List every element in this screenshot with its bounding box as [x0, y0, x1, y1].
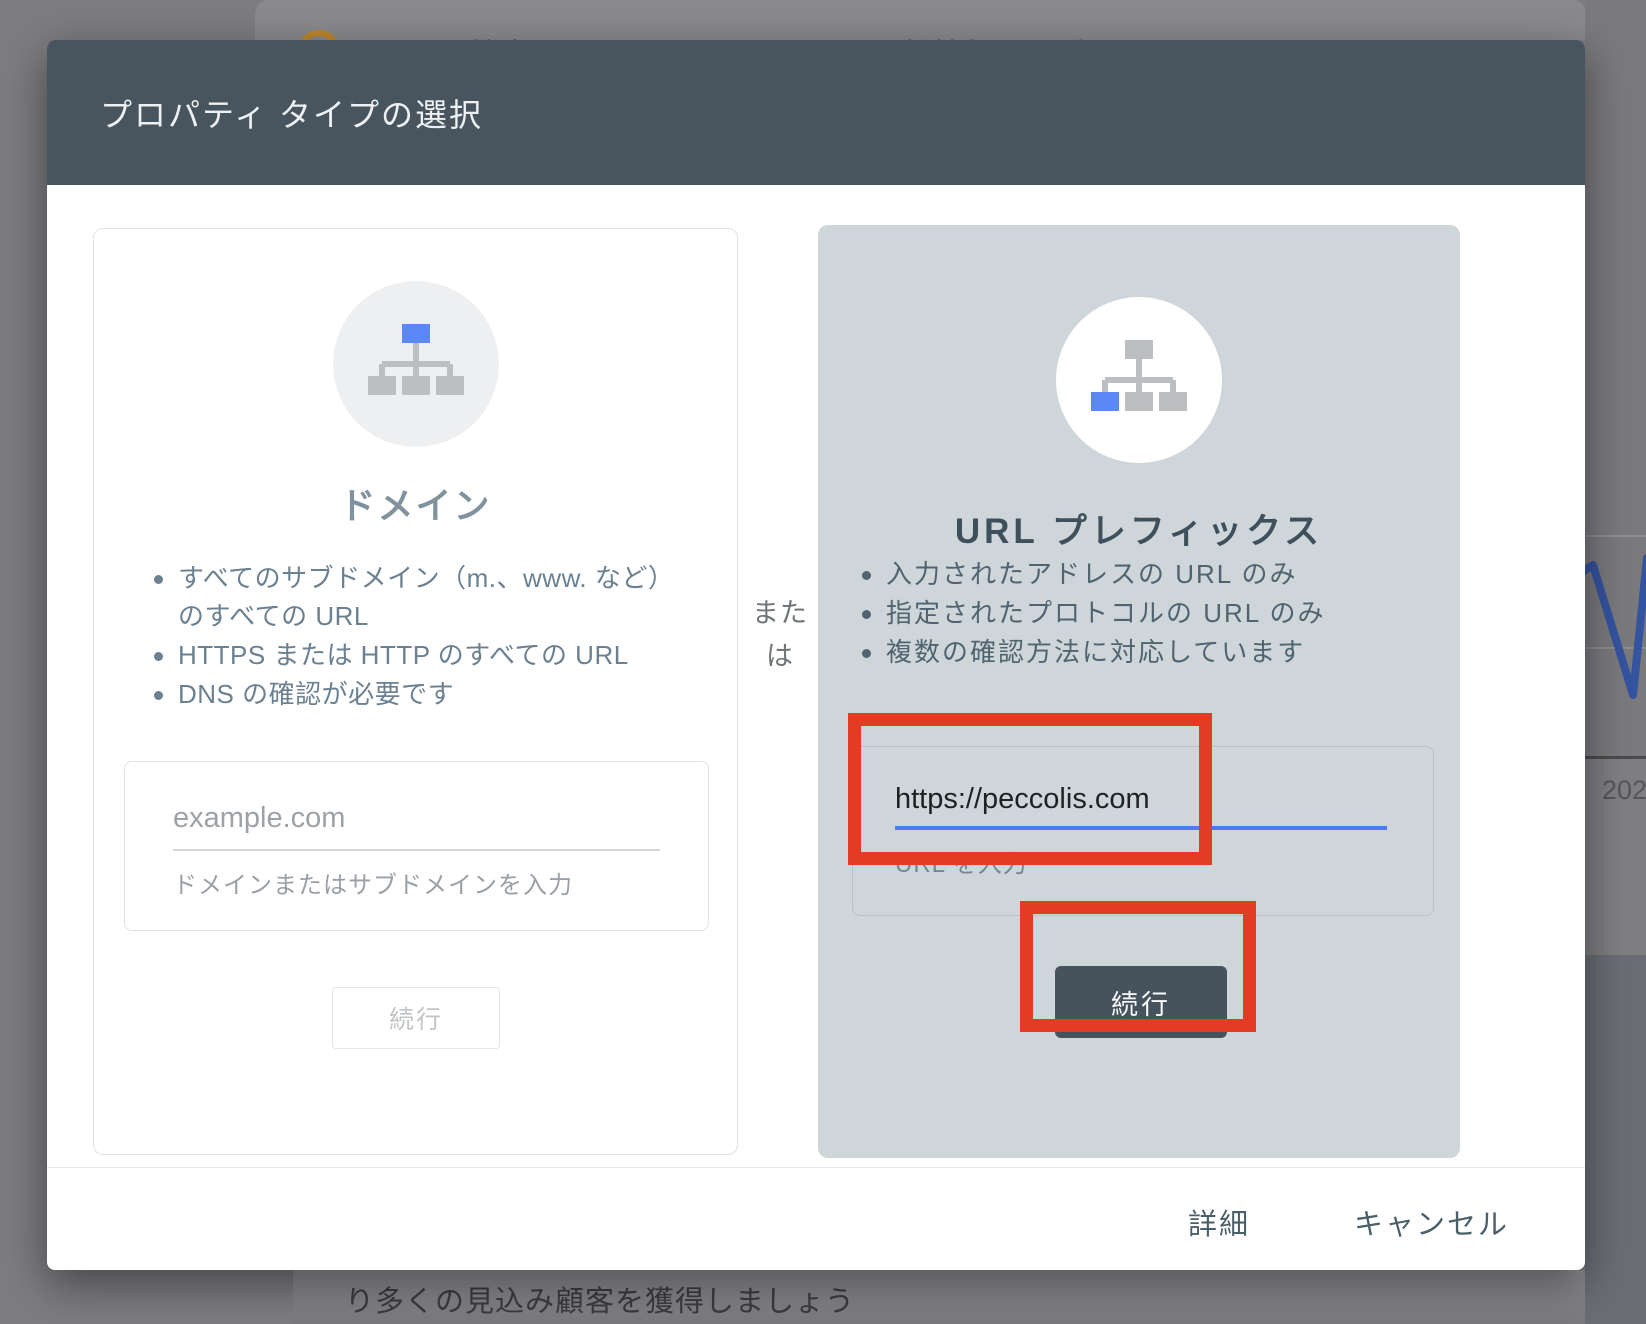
- domain-input-helper: ドメインまたはサブドメインを入力: [173, 872, 573, 899]
- url-prefix-icon-circle: [1056, 297, 1222, 463]
- bullet-item: 複数の確認方法に対応しています: [854, 633, 1414, 671]
- url-input[interactable]: [895, 783, 1387, 830]
- bullet-item: 入力されたアドレスの URL のみ: [854, 555, 1414, 593]
- url-input-box: URL を入力: [852, 746, 1434, 916]
- domain-card: ドメイン すべてのサブドメイン（m.、www. など）のすべての URL HTT…: [93, 228, 738, 1155]
- bullet-item: すべてのサブドメイン（m.、www. など）のすべての URL: [146, 559, 691, 635]
- url-input-helper: URL を入力: [895, 851, 1028, 878]
- chart-line-icon: [1573, 554, 1646, 699]
- background-bottom-text: り多くの見込み顧客を獲得しましょう: [345, 1286, 856, 1318]
- background-card-bottom: り多くの見込み顧客を獲得しましょう: [293, 1270, 1585, 1324]
- or-label: または: [752, 598, 808, 671]
- sitemap-icon: [1091, 340, 1187, 411]
- domain-input-box: ドメインまたはサブドメインを入力: [124, 761, 709, 931]
- domain-icon-circle: [333, 281, 499, 447]
- dialog-footer: 詳細 キャンセル: [1182, 1200, 1515, 1244]
- chart-year-label: 2020: [1602, 775, 1646, 805]
- cancel-link[interactable]: キャンセル: [1348, 1200, 1515, 1244]
- url-continue-button[interactable]: 続行: [1055, 966, 1227, 1038]
- dialog-title: プロパティ タイプの選択: [100, 96, 483, 133]
- background-band: [1585, 955, 1646, 1324]
- background-chart-fragment: 2020: [1573, 0, 1646, 1324]
- footer-divider: [47, 1167, 1585, 1168]
- sitemap-icon: [368, 324, 464, 395]
- url-prefix-card-title: URL プレフィックス: [954, 512, 1324, 551]
- url-prefix-card-bullets: 入力されたアドレスの URL のみ 指定されたプロトコルの URL のみ 複数の…: [854, 555, 1414, 672]
- url-prefix-card: URL プレフィックス 入力されたアドレスの URL のみ 指定されたプロトコル…: [818, 225, 1460, 1158]
- domain-card-bullets: すべてのサブドメイン（m.、www. など）のすべての URL HTTPS また…: [146, 559, 691, 714]
- details-link[interactable]: 詳細: [1182, 1200, 1256, 1244]
- screen: サイトの検索パフォーマンスに関する分析情報を入手できます 2020 り多くの見込…: [0, 0, 1646, 1324]
- domain-continue-button[interactable]: 続行: [332, 987, 500, 1049]
- domain-card-title: ドメイン: [339, 485, 492, 526]
- bullet-item: HTTPS または HTTP のすべての URL: [146, 636, 691, 674]
- property-type-dialog: プロパティ タイプの選択 ドメイン すべてのサブドメイン（m.、www. など）…: [47, 40, 1585, 1270]
- bullet-item: DNS の確認が必要です: [146, 675, 691, 713]
- bullet-item: 指定されたプロトコルの URL のみ: [854, 594, 1414, 632]
- dialog-header: プロパティ タイプの選択: [47, 40, 1585, 185]
- domain-input[interactable]: [173, 802, 660, 851]
